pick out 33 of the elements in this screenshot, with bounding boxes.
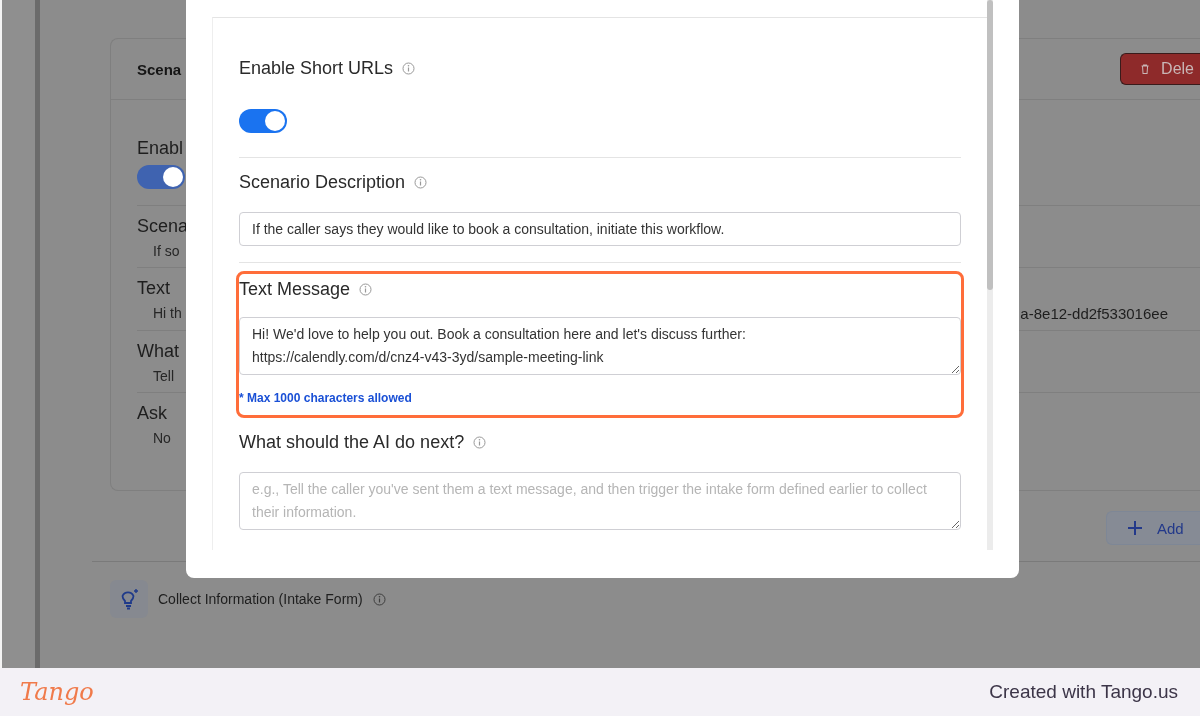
field-value: a-8e12-dd2f533016ee (1020, 305, 1169, 322)
toggle-switch[interactable] (137, 165, 185, 189)
scrollbar[interactable] (987, 0, 993, 550)
info-icon[interactable] (402, 61, 416, 75)
field-label: What (137, 341, 179, 362)
delete-button[interactable]: Dele (1120, 53, 1200, 85)
field-value: Hi th (153, 305, 182, 322)
field-label: Scenario Description (239, 171, 406, 193)
tango-logo: Tango (20, 678, 94, 706)
info-icon[interactable] (359, 282, 373, 296)
text-input-field[interactable]: If the caller says they would like to book a consultation, initiate this workflow. (239, 212, 961, 246)
plus-icon (1127, 520, 1143, 536)
section-title: Collect Information (Intake Form) (158, 591, 363, 607)
field-label: Text (137, 278, 170, 299)
field-value: If so (153, 243, 180, 259)
lightbulb-icon (110, 580, 148, 618)
field-label: What should the AI do next? (239, 431, 465, 453)
field-value: Tell (153, 368, 174, 384)
info-icon[interactable] (372, 592, 386, 606)
toggle-switch[interactable] (239, 109, 287, 133)
field-label: Enabl (137, 138, 184, 159)
info-icon[interactable] (414, 175, 428, 189)
field-value: No (153, 430, 171, 446)
field-label: Ask (137, 403, 167, 424)
info-icon[interactable] (473, 435, 487, 449)
field-label: Enable Short URLs (239, 57, 394, 79)
text-area-field[interactable]: Hi! We'd love to help you out. Book a consultation here and let's discuss further: https://calendly.com/d/cnz4-v43-3yd/sample-meeting-link (239, 317, 961, 375)
credit-text: Created with Tango.us (989, 681, 1178, 703)
field-label: Scena (137, 216, 189, 237)
text-area-field[interactable]: e.g., Tell the caller you've sent them a text message, and then trigger the intake form defined earlier to collect their information. (239, 472, 961, 530)
character-limit-note: * Max 1000 characters allowed (239, 391, 413, 405)
field-label: Text Message (239, 278, 351, 300)
card-title: Scena (137, 60, 182, 78)
